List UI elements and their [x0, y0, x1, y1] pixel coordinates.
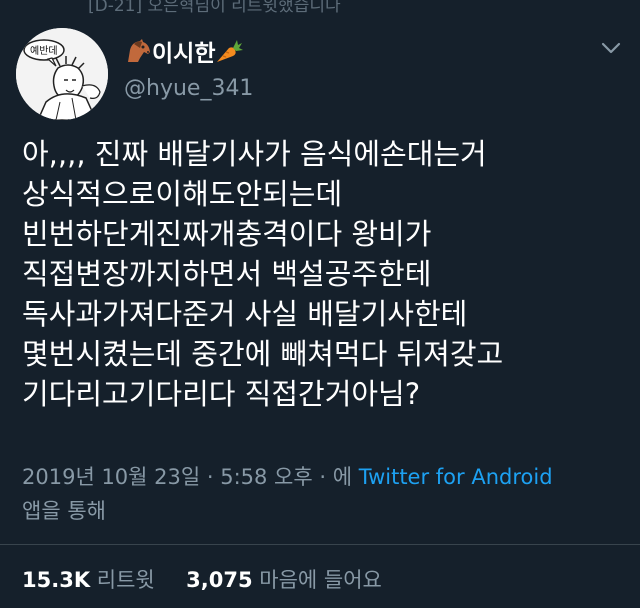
tweet-stats: 15.3K 리트윗 3,075 마음에 들어요 — [22, 564, 382, 594]
tweet-source-link[interactable]: Twitter for Android — [359, 465, 553, 489]
chevron-down-icon[interactable] — [600, 40, 622, 56]
user-display-name-row[interactable]: 이시한 — [124, 34, 244, 68]
tweet-timestamp[interactable]: 2019년 10월 23일 · 5:58 오후 · 에 — [22, 465, 359, 489]
tweet-line: 상식적으로이해도안되는데 — [22, 177, 343, 211]
avatar-label: 예반데 — [30, 46, 58, 57]
retweets-label[interactable]: 리트윗 — [97, 568, 155, 592]
user-display-name: 이시한 — [152, 41, 216, 67]
tweet-line: 몇번시켰는데 중간에 빼쳐먹다 뒤져갖고 — [22, 337, 504, 371]
likes-label[interactable]: 마음에 들어요 — [259, 568, 382, 592]
retweet-context-text: [D-21] 오은혁님이 리트윗했습니다 — [88, 0, 341, 14]
tweet-line: 독사과가져다준거 사실 배달기사한테 — [22, 297, 468, 331]
retweets-count[interactable]: 15.3K — [22, 568, 90, 592]
tweet-line: 아,,,, 진짜 배달기사가 음식에손대는거 — [22, 137, 487, 171]
avatar[interactable]: 예반데 — [16, 28, 108, 120]
likes-count[interactable]: 3,075 — [186, 568, 252, 592]
tweet-text: 아,,,, 진짜 배달기사가 음식에손대는거 상식적으로이해도안되는데 빈번하단… — [22, 134, 632, 414]
tweet-source-suffix: 앱을 통해 — [22, 499, 106, 523]
user-handle[interactable]: @hyue_341 — [124, 76, 253, 101]
divider — [0, 544, 640, 545]
tweet-meta: 2019년 10월 23일 · 5:58 오후 · 에 Twitter for … — [22, 460, 622, 528]
horse-face-icon — [124, 38, 152, 64]
tweet-line: 빈번하단게진짜개충격이다 왕비가 — [22, 217, 432, 251]
tweet-line: 직접변장까지하면서 백설공주한테 — [22, 257, 432, 291]
retweet-context: [D-21] 오은혁님이 리트윗했습니다 — [0, 0, 640, 14]
carrot-icon — [215, 38, 244, 64]
tweet-line: 기다리고기다리다 직접간거아님? — [22, 377, 421, 411]
